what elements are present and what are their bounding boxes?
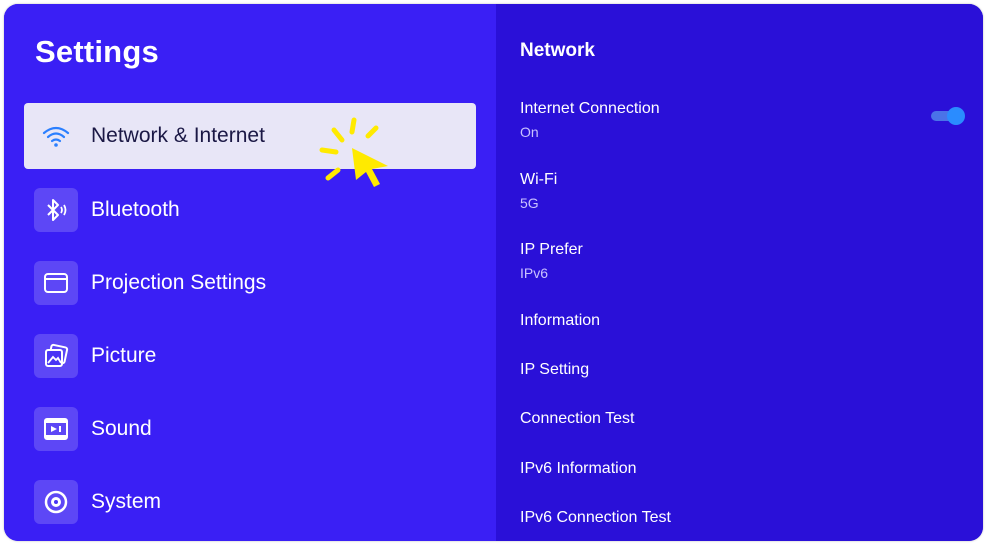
information-row[interactable]: Information (520, 312, 963, 330)
sidebar-item-label: Network & Internet (91, 124, 265, 147)
ip-prefer-row[interactable]: IP Prefer IPv6 (520, 241, 963, 281)
sidebar-item-bluetooth[interactable]: Bluetooth (24, 177, 476, 243)
internet-connection-toggle[interactable] (931, 107, 965, 125)
settings-window: Settings Network & Internet Bluetooth Pr… (4, 4, 983, 541)
row-title: IPv6 Information (520, 460, 637, 477)
row-title: Information (520, 312, 601, 329)
sidebar-item-label: System (91, 490, 162, 513)
row-title: Internet Connection (520, 100, 660, 117)
settings-sidebar: Settings Network & Internet Bluetooth Pr… (4, 4, 496, 541)
picture-icon (34, 334, 78, 378)
page-title: Settings (35, 34, 159, 69)
sidebar-item-system[interactable]: System (24, 469, 476, 535)
internet-connection-row[interactable]: Internet Connection On (520, 100, 963, 140)
wifi-row[interactable]: Wi-Fi 5G (520, 171, 963, 211)
sidebar-item-sound[interactable]: Sound (24, 396, 476, 462)
row-title: IPv6 Connection Test (520, 509, 671, 526)
row-title: IP Prefer (520, 241, 583, 258)
system-icon (34, 480, 78, 524)
connection-test-row[interactable]: Connection Test (520, 410, 963, 428)
toggle-knob (947, 107, 965, 125)
sidebar-item-label: Picture (91, 344, 157, 367)
row-value: IPv6 (520, 265, 549, 281)
ipv6-connection-test-row[interactable]: IPv6 Connection Test (520, 509, 963, 527)
row-title: Connection Test (520, 410, 635, 427)
ip-setting-row[interactable]: IP Setting (520, 361, 963, 379)
row-value: 5G (520, 195, 539, 211)
pointer-cursor-icon (319, 117, 388, 187)
projection-icon (34, 261, 78, 305)
wifi-icon (34, 114, 78, 158)
sidebar-item-network[interactable]: Network & Internet (24, 103, 476, 169)
row-value: On (520, 124, 539, 140)
row-title: Wi-Fi (520, 171, 558, 188)
sidebar-item-projection[interactable]: Projection Settings (24, 250, 476, 316)
row-title: IP Setting (520, 361, 590, 378)
network-panel: Network Internet Connection On Wi-Fi 5G … (496, 4, 983, 541)
bluetooth-icon (34, 188, 78, 232)
ipv6-information-row[interactable]: IPv6 Information (520, 460, 963, 478)
sound-icon (34, 407, 78, 451)
sidebar-item-label: Sound (91, 417, 152, 440)
sidebar-item-label: Projection Settings (91, 271, 267, 294)
sidebar-item-picture[interactable]: Picture (24, 323, 476, 389)
panel-title: Network (520, 40, 595, 61)
sidebar-item-label: Bluetooth (91, 198, 180, 221)
